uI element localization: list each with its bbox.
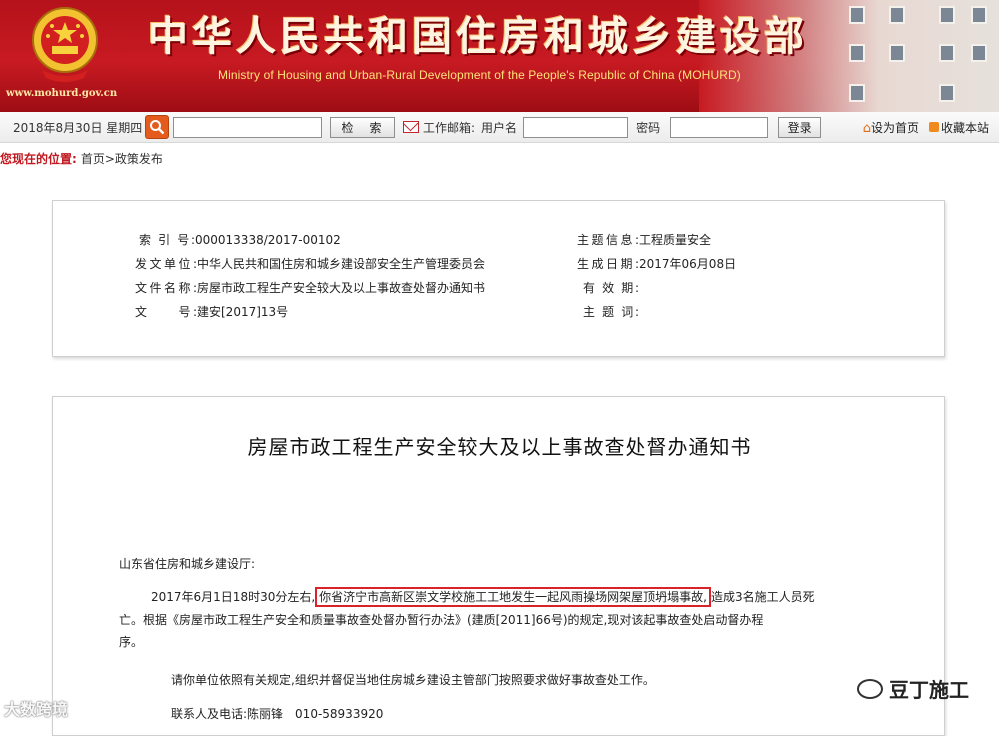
article-paragraph-2: 请你单位依照有关规定,组织并督促当地住房城乡建设主管部门按照要求做好事故查处工作… <box>171 673 655 687</box>
login-button[interactable]: 登录 <box>778 116 822 138</box>
ministry-title-en: Ministry of Housing and Urban-Rural Deve… <box>218 68 741 82</box>
username-label: 用户名 <box>481 120 518 135</box>
site-header-banner: www.mohurd.gov.cn 中华人民共和国住房和城乡建设部 Minist… <box>0 0 999 112</box>
password-input[interactable] <box>670 116 769 138</box>
home-icon: ⌂ <box>862 120 871 136</box>
article-paragraph-1-line-2: 亡。根据《房屋市政工程生产安全和质量事故查处督办暂行办法》(建质[2011]66… <box>119 613 764 627</box>
current-date: 2018年8月30日 星期四 <box>13 120 143 135</box>
meta-doc-name: 文件名称:房屋市政工程生产安全较大及以上事故查处督办通知书 <box>135 281 486 295</box>
article-contact: 联系人及电话:陈丽锋 010-58933920 <box>171 707 384 721</box>
wechat-icon <box>857 678 883 699</box>
meta-keywords: 主 题 词: <box>583 305 639 319</box>
breadcrumb-label: 您现在的位置: <box>0 151 77 166</box>
article-paragraph-1: 2017年6月1日18时30分左右, 你省济宁市高新区崇文学校施工工地发生一起风雨… <box>151 586 815 608</box>
highlighted-sentence: 你省济宁市高新区崇文学校施工工地发生一起风雨操场网架屋顶坍塌事故, <box>315 587 711 607</box>
top-toolbar: 2018年8月30日 星期四 检 索 工作邮箱: 用户名 密码 登录 ⌂设为首页… <box>0 112 999 143</box>
meta-created: 生成日期:2017年06月08日 <box>577 257 737 271</box>
work-mail-label: 工作邮箱: <box>423 120 476 135</box>
search-button[interactable]: 检 索 <box>330 116 395 138</box>
article-paragraph-1-line-3: 序。 <box>119 635 144 649</box>
article-salutation: 山东省住房和城乡建设厅: <box>119 557 256 571</box>
article-box: 房屋市政工程生产安全较大及以上事故查处督办通知书 山东省住房和城乡建设厅: 20… <box>52 396 945 736</box>
meta-valid: 有 效 期: <box>583 281 639 295</box>
password-label: 密码 <box>636 120 661 135</box>
set-home-link[interactable]: ⌂设为首页 <box>863 119 919 136</box>
search-input[interactable] <box>173 116 322 138</box>
meta-issuer: 发文单位:中华人民共和国住房和城乡建设部安全生产管理委员会 <box>135 257 486 271</box>
ministry-title-cn: 中华人民共和国住房和城乡建设部 <box>148 13 808 60</box>
article-title: 房屋市政工程生产安全较大及以上事故查处督办通知书 <box>247 435 752 459</box>
search-icon[interactable] <box>145 115 169 139</box>
site-url: www.mohurd.gov.cn <box>6 88 118 99</box>
toolbar-links: ⌂设为首页 收藏本站 <box>863 119 989 136</box>
rss-icon <box>928 121 939 132</box>
meta-doc-no: 文 号:建安[2017]13号 <box>135 305 289 319</box>
breadcrumb: 您现在的位置: 首页>政策发布 <box>0 143 999 173</box>
national-emblem-icon <box>32 7 98 82</box>
bookmark-link[interactable]: 收藏本站 <box>928 119 989 136</box>
username-input[interactable] <box>523 116 629 138</box>
watermark-right: 豆丁施工 <box>857 674 969 703</box>
meta-topic: 主题信息:工程质量安全 <box>577 233 712 247</box>
breadcrumb-path[interactable]: 首页>政策发布 <box>81 150 163 167</box>
meta-index-no: 索 引 号:000013338/2017-00102 <box>139 233 341 247</box>
watermark-left: 大数跨境 <box>4 700 69 719</box>
mail-icon <box>403 121 419 133</box>
document-meta-box: 索 引 号:000013338/2017-00102 发文单位:中华人民共和国住… <box>52 200 945 357</box>
